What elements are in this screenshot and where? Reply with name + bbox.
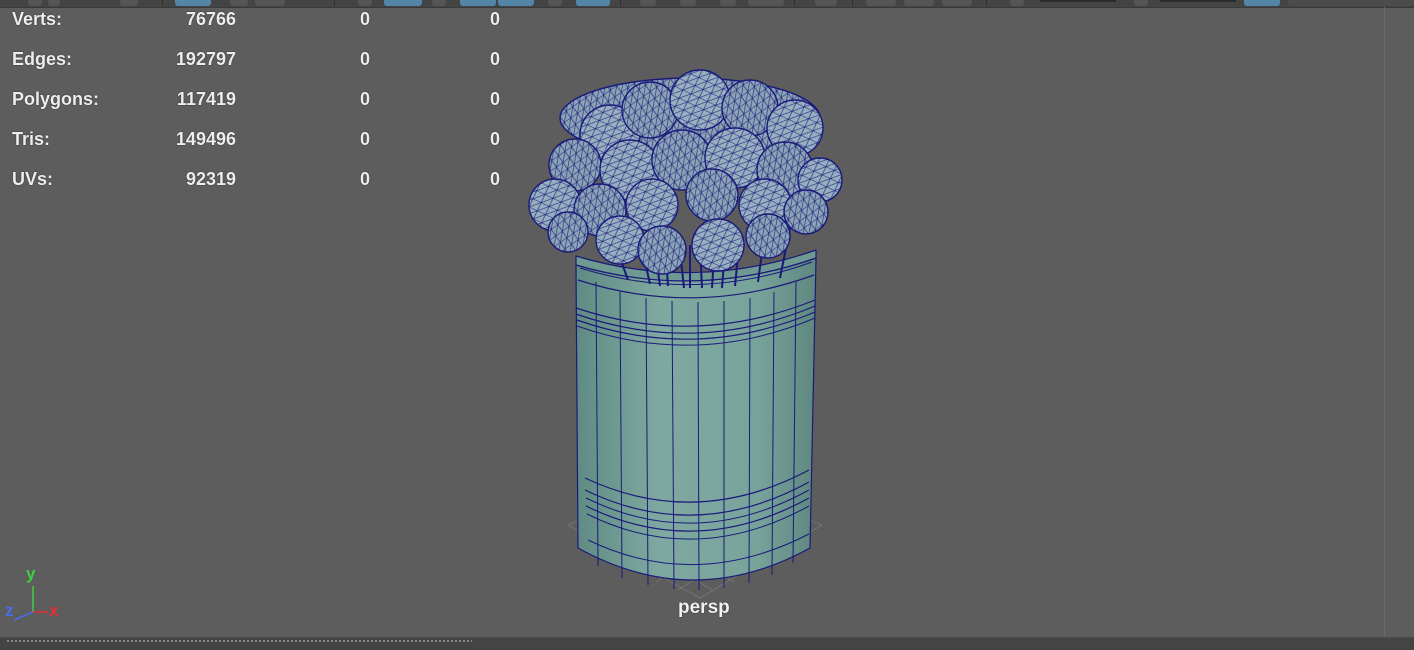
hud-value: 0 <box>489 169 500 189</box>
hud-label: Polygons: <box>12 89 100 109</box>
hud-value: 0 <box>489 49 500 69</box>
hud-value: 117419 <box>176 89 236 109</box>
hud-label: Verts: <box>12 9 63 29</box>
hud-row-tris: Tris: 149496 0 0 <box>0 128 520 150</box>
hud-value: 76766 <box>185 9 236 29</box>
hud-row-polygons: Polygons: 117419 0 0 <box>0 88 520 110</box>
axis-z-label: z <box>5 601 14 620</box>
hud-value: 0 <box>359 89 370 109</box>
hud-value: 0 <box>489 89 500 109</box>
hud-label: Tris: <box>12 129 51 149</box>
hud-value: 192797 <box>175 49 236 69</box>
hud-row-verts: Verts: 76766 0 0 <box>0 8 520 30</box>
viewport-border <box>1384 7 1385 638</box>
hud-value: 92319 <box>185 169 236 189</box>
hud-value: 0 <box>489 9 500 29</box>
hud-label: UVs: <box>12 169 54 189</box>
hud-value: 149496 <box>175 129 236 149</box>
rose-heads <box>528 69 843 275</box>
hud-value: 0 <box>359 49 370 69</box>
resize-handle[interactable] <box>6 640 472 642</box>
bucket <box>575 249 817 591</box>
hud-value: 0 <box>489 129 500 149</box>
axis-y-label: y <box>26 564 36 583</box>
hud-row-edges: Edges: 192797 0 0 <box>0 48 520 70</box>
hud-label: Edges: <box>12 49 73 69</box>
axis-x-label: x <box>49 601 59 620</box>
hud-value: 0 <box>359 9 370 29</box>
hud-value: 0 <box>359 169 370 189</box>
hud-value: 0 <box>359 129 370 149</box>
hud-row-uvs: UVs: 92319 0 0 <box>0 168 520 190</box>
camera-name-label: persp <box>678 597 730 618</box>
